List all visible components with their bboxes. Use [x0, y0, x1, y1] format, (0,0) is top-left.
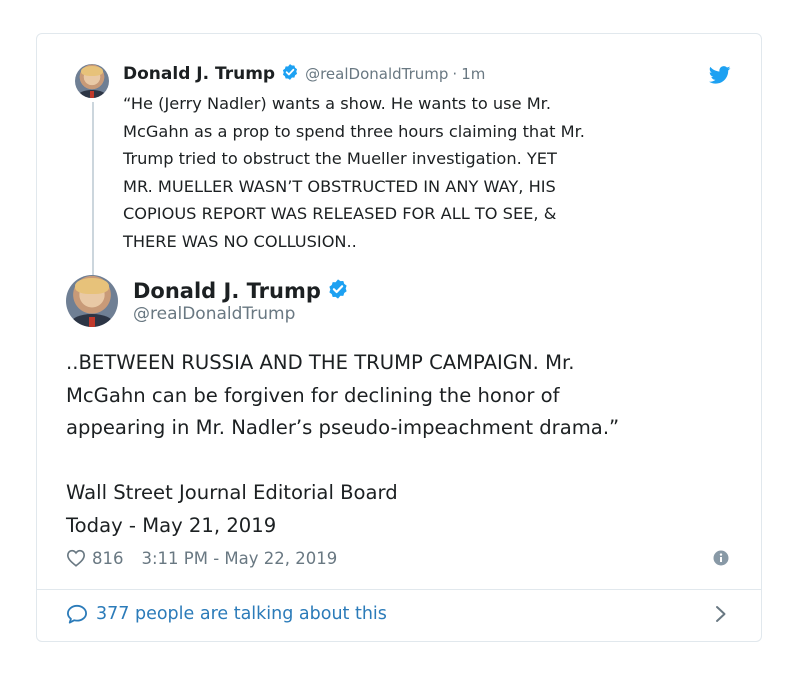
tweet-card: Donald J. Trump @realDonaldTrump · 1m “H…: [36, 33, 762, 642]
main-tweet-header: Donald J. Trump: [133, 278, 349, 304]
chevron-right-icon[interactable]: [715, 605, 727, 627]
main-author-name[interactable]: Donald J. Trump: [133, 279, 321, 303]
heart-icon[interactable]: [66, 549, 86, 567]
conversation-link[interactable]: 377 people are talking about this: [66, 599, 387, 629]
main-tweet-text: ..BETWEEN RUSSIA AND THE TRUMP CAMPAIGN.…: [66, 351, 620, 537]
main-author-handle[interactable]: @realDonaldTrump: [133, 304, 295, 324]
tweet-meta-row: 816 3:11 PM - May 22, 2019: [66, 544, 337, 572]
separator-dot: ·: [452, 65, 458, 83]
twitter-bird-icon[interactable]: [708, 66, 731, 88]
avatar[interactable]: [75, 64, 109, 98]
tweet-timestamp[interactable]: 3:11 PM - May 22, 2019: [142, 549, 338, 568]
info-icon[interactable]: [713, 550, 729, 570]
parent-tweet-header: Donald J. Trump @realDonaldTrump · 1m: [123, 63, 485, 85]
verified-badge-icon: [281, 63, 299, 85]
speech-bubble-icon: [66, 604, 88, 624]
parent-tweet-text: “He (Jerry Nadler) wants a show. He want…: [123, 94, 585, 251]
parent-author-handle[interactable]: @realDonaldTrump: [305, 65, 448, 83]
avatar[interactable]: [66, 275, 118, 327]
conversation-label[interactable]: 377 people are talking about this: [96, 604, 387, 624]
divider: [37, 589, 761, 590]
parent-tweet-time[interactable]: 1m: [461, 65, 485, 83]
parent-author-name[interactable]: Donald J. Trump: [123, 64, 275, 84]
like-count[interactable]: 816: [92, 549, 124, 568]
verified-badge-icon: [327, 278, 349, 304]
